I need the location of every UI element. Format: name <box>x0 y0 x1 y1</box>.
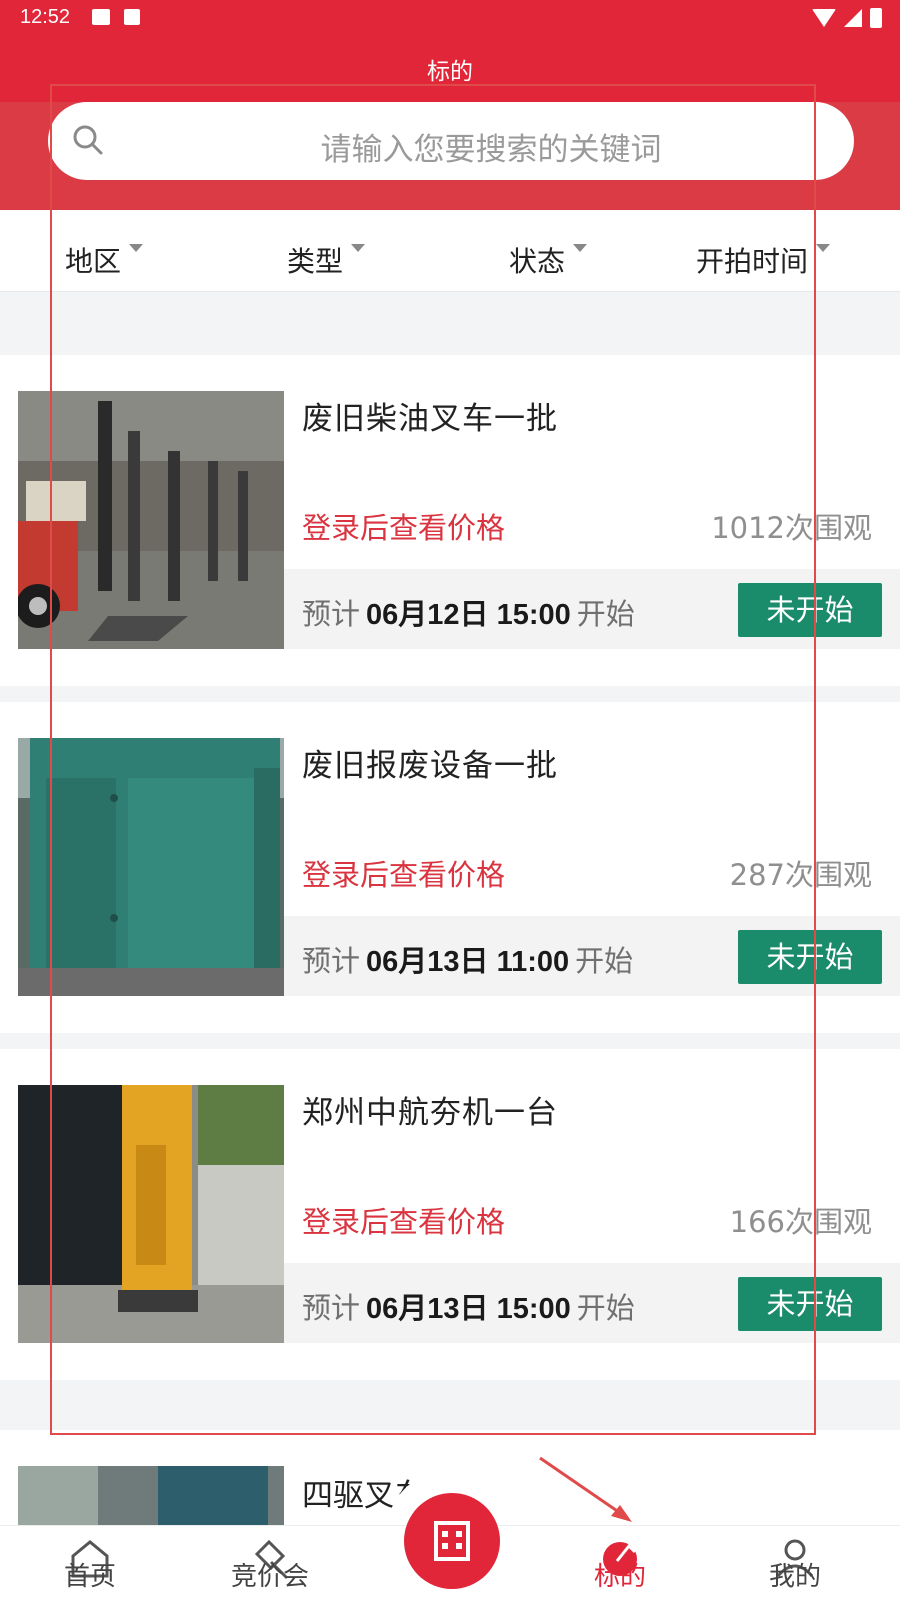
status-badge[interactable]: 未开始 <box>738 930 882 984</box>
search-band: 请输入您要搜索的关键词 <box>0 102 900 210</box>
page-title: 标的 <box>427 59 473 85</box>
page-header: 标的 <box>0 40 900 102</box>
nav-auction[interactable]: 竞价会 <box>215 1534 325 1592</box>
app-notification-icon <box>124 9 140 25</box>
start-suffix: 开始 <box>576 597 635 631</box>
listing-title: 废旧柴油叉车一批 <box>302 401 558 437</box>
status-indicators <box>812 8 882 28</box>
center-action-button[interactable] <box>404 1493 500 1589</box>
listing-card[interactable]: 废旧柴油叉车一批 登录后查看价格 1012次围观 预计 06月12日 15:00 开… <box>0 355 900 686</box>
nav-home-label: 首页 <box>63 1562 116 1592</box>
listing-price[interactable]: 登录后查看价格 <box>302 505 505 547</box>
start-prefix: 预计 <box>302 1291 361 1325</box>
caret-down-icon <box>816 244 831 252</box>
filter-region[interactable]: 地区 <box>65 240 144 280</box>
battery-icon <box>870 8 882 28</box>
caret-down-icon <box>351 244 366 252</box>
filter-type-label: 类型 <box>287 245 344 278</box>
start-suffix: 开始 <box>575 944 634 978</box>
gallery-notification-icon <box>92 9 110 25</box>
status-bar: 12:52 <box>0 0 900 40</box>
nav-targets[interactable]: 标的 <box>565 1534 675 1592</box>
listing-card[interactable]: 郑州中航夯机一台 登录后查看价格 166次围观 预计 06月13日 15:00 开始… <box>0 1049 900 1380</box>
listing-title: 郑州中航夯机一台 <box>302 1095 558 1131</box>
listing-start-time: 预计 06月12日 15:00 开始 <box>302 591 635 633</box>
listing-photo-equipment <box>18 738 284 996</box>
wifi-icon <box>812 9 836 27</box>
listing-schedule: 预计 06月13日 15:00 开始 未开始 <box>284 1263 900 1343</box>
start-suffix: 开始 <box>576 1291 635 1325</box>
building-icon <box>434 1521 470 1561</box>
listing-photo-forklift <box>18 1466 284 1530</box>
listing-schedule: 预计 06月12日 15:00 开始 未开始 <box>284 569 900 649</box>
start-prefix: 预计 <box>302 597 361 631</box>
listing-photo-forklifts <box>18 391 284 649</box>
signal-icon <box>844 9 862 27</box>
start-prefix: 预计 <box>302 944 361 978</box>
listing-views: 166次围观 <box>729 1205 872 1239</box>
start-date: 06月13日 11:00 <box>366 946 570 978</box>
listing-price[interactable]: 登录后查看价格 <box>302 852 505 894</box>
listing-schedule: 预计 06月13日 11:00 开始 未开始 <box>284 916 900 996</box>
listing-card[interactable]: 废旧报废设备一批 登录后查看价格 287次围观 预计 06月13日 11:00 开始… <box>0 702 900 1033</box>
status-badge[interactable]: 未开始 <box>738 1277 882 1331</box>
filter-region-label: 地区 <box>65 245 122 278</box>
nav-mine[interactable]: 我的 <box>740 1534 850 1592</box>
listing-price[interactable]: 登录后查看价格 <box>302 1199 505 1241</box>
listing-start-time: 预计 06月13日 15:00 开始 <box>302 1285 635 1327</box>
listing-photo-rammer <box>18 1085 284 1343</box>
start-date: 06月13日 15:00 <box>366 1293 571 1325</box>
filter-bar: 地区 类型 状态 开拍时间 <box>0 210 900 292</box>
listing-views: 287次围观 <box>729 858 872 892</box>
nav-auction-label: 竞价会 <box>230 1562 309 1592</box>
filter-type[interactable]: 类型 <box>287 240 366 280</box>
start-date: 06月12日 15:00 <box>366 599 571 631</box>
listing-start-time: 预计 06月13日 11:00 开始 <box>302 938 633 980</box>
search-input[interactable]: 请输入您要搜索的关键词 <box>48 102 854 180</box>
listing-title: 废旧报废设备一批 <box>302 748 558 784</box>
search-placeholder: 请输入您要搜索的关键词 <box>320 132 662 168</box>
caret-down-icon <box>573 244 588 252</box>
listing-views: 1012次围观 <box>711 511 872 545</box>
filter-start-time-label: 开拍时间 <box>696 245 809 278</box>
nav-mine-label: 我的 <box>768 1562 821 1592</box>
nav-home[interactable]: 首页 <box>35 1534 145 1592</box>
filter-status-label: 状态 <box>509 245 566 278</box>
caret-down-icon <box>129 244 144 252</box>
filter-start-time[interactable]: 开拍时间 <box>696 240 831 280</box>
search-icon <box>73 125 103 155</box>
status-time: 12:52 <box>20 6 71 28</box>
filter-status[interactable]: 状态 <box>509 240 588 280</box>
nav-targets-label: 标的 <box>593 1562 646 1592</box>
status-badge[interactable]: 未开始 <box>738 583 882 637</box>
